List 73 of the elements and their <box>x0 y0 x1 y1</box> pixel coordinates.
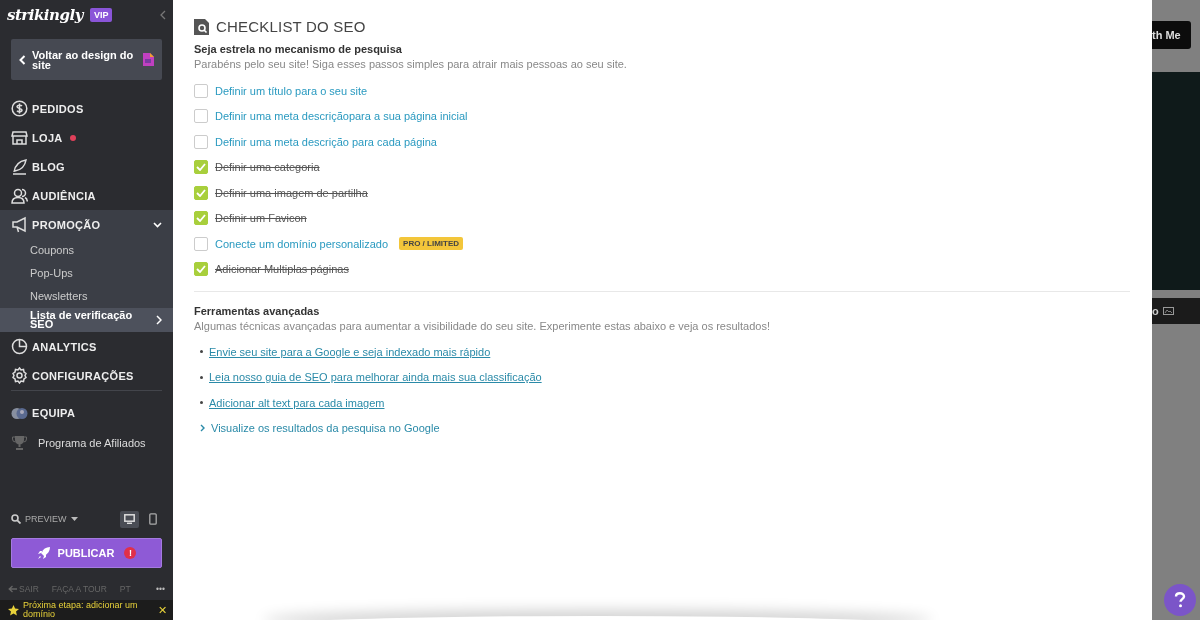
section-description: Algumas técnicas avançadas para aumentar a visibilidade do seu site. Experimente estas abaixo e veja os resultados! <box>194 320 771 332</box>
chevron-icon <box>153 221 162 228</box>
checkbox[interactable] <box>194 185 208 200</box>
help-button[interactable] <box>1164 584 1196 616</box>
rocket-icon <box>36 546 51 560</box>
search-icon <box>11 514 21 524</box>
completed-task: Definir uma categoria <box>215 161 320 174</box>
chevron-icon <box>156 315 162 325</box>
plan-badge: PRO / LIMITED <box>399 237 464 251</box>
checkbox[interactable] <box>194 134 208 149</box>
nav-item[interactable]: ANALYTICS <box>0 332 173 361</box>
completed-task: Definir uma imagem de partilha <box>215 186 368 199</box>
search-page-icon <box>194 18 209 35</box>
submenu-item[interactable]: Coupons <box>0 239 173 262</box>
tool-link[interactable]: Leia nosso guia de SEO para melhorar ainda mais sua classificação <box>209 371 542 384</box>
collapse-icon[interactable] <box>160 10 166 20</box>
bullet-icon <box>200 375 203 379</box>
star-icon <box>8 604 19 616</box>
checkbox[interactable] <box>194 109 208 124</box>
preview-dropdown[interactable]: PREVIEW <box>11 514 78 524</box>
bullet-icon <box>200 401 203 405</box>
checkbox[interactable] <box>194 83 208 98</box>
tip-text: Próxima etapa: adicionar um domínio <box>23 601 139 619</box>
phone-icon <box>148 513 157 525</box>
more-button[interactable]: ••• <box>156 584 165 594</box>
nav-item[interactable]: PROMOÇÃO <box>0 210 173 239</box>
expander-link[interactable]: Visualize os resultados da pesquisa no Google <box>211 422 440 435</box>
submenu-item[interactable]: Newsletters <box>0 285 173 308</box>
page-icon <box>143 53 154 66</box>
nav-item[interactable]: LOJA <box>0 123 173 152</box>
monitor-icon <box>124 514 135 524</box>
submenu-item[interactable]: Pop-Ups <box>0 262 173 285</box>
site-text: o <box>1152 305 1159 317</box>
tool-link[interactable]: Envie seu site para a Google e seja indexado mais rápido <box>209 345 491 358</box>
section-heading: Ferramentas avançadas <box>194 305 321 317</box>
close-button[interactable]: ✕ <box>158 603 167 617</box>
dollar-icon <box>11 100 28 117</box>
back-icon <box>19 54 26 65</box>
store-icon <box>11 129 28 146</box>
panel-title: CHECKLIST DO SEO <box>216 18 366 35</box>
back-button[interactable]: Voltar ao design do site <box>11 39 162 80</box>
bullet-icon <box>200 350 203 354</box>
alert-badge: ! <box>124 547 137 559</box>
nav-item[interactable]: PEDIDOS <box>0 94 173 123</box>
checkbox[interactable] <box>194 211 208 226</box>
section-description: Parabéns pelo seu site! Siga esses passos simples para atrair mais pessoas ao seu site. <box>194 58 628 70</box>
nav-item[interactable]: CONFIGURAÇÕES <box>0 361 173 390</box>
completed-task: Definir um Favicon <box>215 212 307 225</box>
publish-button[interactable]: PUBLICAR ! <box>11 538 162 568</box>
question-mark-icon <box>1174 592 1186 608</box>
pen-icon <box>11 158 28 175</box>
submenu-item[interactable]: Lista de verificação SEO <box>0 308 173 332</box>
logo[interactable]: strikingly <box>7 6 83 24</box>
nav-item[interactable]: BLOG <box>0 152 173 181</box>
pie-chart-icon <box>11 338 28 355</box>
arrow-left-icon <box>8 585 17 593</box>
desktop-button[interactable] <box>120 510 139 528</box>
caret-icon <box>70 517 78 521</box>
nav-item[interactable]: Programa de Afiliados <box>0 428 173 457</box>
nav-item[interactable]: AUDIÊNCIA <box>0 181 173 210</box>
checkbox[interactable] <box>194 160 208 175</box>
trophy-icon <box>11 434 28 451</box>
chevron-icon <box>200 424 205 433</box>
section-heading: Seja estrela no mecanismo de pesquisa <box>194 43 403 55</box>
tool-link[interactable]: Adicionar alt text para cada imagem <box>209 396 385 409</box>
people-icon <box>11 187 28 204</box>
megaphone-icon <box>11 216 28 233</box>
checkbox[interactable] <box>194 262 208 277</box>
checkbox[interactable] <box>194 236 208 251</box>
gear-icon <box>11 367 28 384</box>
completed-task: Adicionar Multiplas páginas <box>215 263 349 276</box>
image-icon <box>1162 307 1174 315</box>
vip-badge: VIP <box>89 8 113 22</box>
